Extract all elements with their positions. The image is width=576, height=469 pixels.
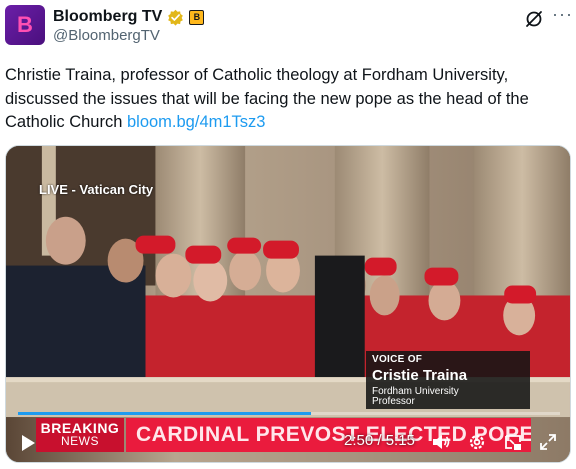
video-time: 2:50 / 5:15 bbox=[344, 432, 415, 449]
voice-of-label: VOICE OF bbox=[372, 354, 423, 365]
verified-gold-check-icon bbox=[168, 9, 184, 26]
volume-icon[interactable] bbox=[431, 432, 451, 452]
tweet-body: Christie Traina, professor of Catholic t… bbox=[5, 66, 529, 131]
live-label: LIVE - Vatican City bbox=[39, 182, 154, 197]
affiliate-badge[interactable]: B bbox=[189, 9, 205, 25]
voice-title-line2: Professor bbox=[372, 396, 415, 407]
breaking-news-badge: BREAKING NEWS bbox=[36, 418, 124, 452]
news-label: NEWS bbox=[61, 434, 99, 448]
video-player[interactable]: LIVE - Vatican City VOICE OF Cristie Tra… bbox=[5, 145, 571, 463]
more-dots-icon[interactable]: ··· bbox=[552, 5, 572, 28]
name-row: Bloomberg TV B bbox=[53, 8, 205, 26]
tweet-link[interactable]: bloom.bg/4m1Tsz3 bbox=[127, 113, 266, 131]
avatar[interactable]: B bbox=[5, 5, 45, 45]
handle[interactable]: @BloombergTV bbox=[53, 27, 160, 44]
video-progress-fill bbox=[18, 412, 311, 415]
settings-gear-icon[interactable] bbox=[467, 432, 487, 452]
fullscreen-icon[interactable] bbox=[538, 432, 558, 452]
picture-in-picture-icon[interactable] bbox=[503, 432, 523, 452]
grok-icon[interactable] bbox=[524, 9, 544, 29]
display-name[interactable]: Bloomberg TV bbox=[53, 8, 162, 26]
video-progress-bar[interactable] bbox=[18, 412, 560, 415]
voice-name: Cristie Traina bbox=[372, 367, 468, 384]
play-icon[interactable] bbox=[18, 433, 38, 453]
tweet-text: Christie Traina, professor of Catholic t… bbox=[5, 64, 571, 135]
voice-of-lower-third: VOICE OF Cristie Traina Fordham Universi… bbox=[366, 351, 530, 409]
tweet-header: B Bloomberg TV B @BloombergTV ··· bbox=[5, 5, 576, 47]
